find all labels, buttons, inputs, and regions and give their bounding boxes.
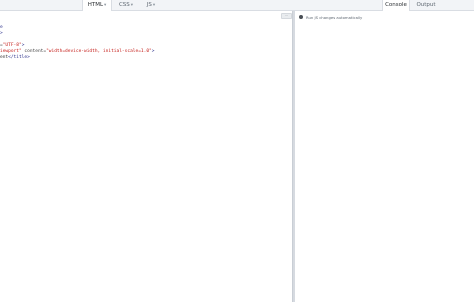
code-token: "UTF-8" bbox=[2, 43, 22, 48]
tab-output[interactable]: Output bbox=[411, 0, 441, 11]
code-token: content= bbox=[21, 49, 47, 54]
tab-css-label: CSS bbox=[118, 2, 130, 8]
code-line[interactable]: ent</title> bbox=[0, 55, 154, 61]
chevron-down-icon[interactable]: ▾ bbox=[104, 3, 106, 8]
tab-html-label: HTML bbox=[87, 2, 104, 8]
code-token: > bbox=[0, 31, 3, 36]
code-token: > bbox=[151, 49, 155, 54]
html-editor-pane[interactable]: ··· e > ="UTF-8"> iewport" content="width=d… bbox=[0, 11, 293, 302]
radio-checked-icon[interactable] bbox=[299, 15, 303, 19]
tab-output-label: Output bbox=[416, 2, 436, 8]
tab-js-label: JS bbox=[146, 2, 152, 8]
chevron-down-icon[interactable]: ▾ bbox=[131, 3, 133, 8]
code-token: > bbox=[21, 43, 25, 48]
code-token: e bbox=[0, 25, 3, 30]
code-playground: HTML▾ CSS▾ JS▾ Console Output ··· e > ="UT… bbox=[0, 0, 474, 302]
tab-js[interactable]: JS▾ bbox=[140, 0, 162, 11]
editor-options-button[interactable]: ··· bbox=[281, 13, 292, 19]
code-token: ent bbox=[0, 55, 9, 60]
code-token: iewport" bbox=[0, 49, 22, 54]
console-pane: Run JS changes automatically bbox=[295, 11, 474, 302]
code-token: "width=device-width, initial-scale=1.0" bbox=[46, 49, 152, 54]
tab-css[interactable]: CSS▾ bbox=[113, 0, 139, 11]
tab-console-label: Console bbox=[385, 2, 407, 8]
run-js-toggle[interactable]: Run JS changes automatically bbox=[299, 14, 362, 20]
run-js-label: Run JS changes automatically bbox=[306, 14, 363, 20]
chevron-down-icon[interactable]: ▾ bbox=[153, 3, 155, 8]
code-editor[interactable]: e > ="UTF-8"> iewport" content="width=devic… bbox=[0, 25, 154, 61]
code-token: </title> bbox=[8, 55, 30, 60]
panel-tab-bar: HTML▾ CSS▾ JS▾ Console Output bbox=[0, 0, 474, 12]
